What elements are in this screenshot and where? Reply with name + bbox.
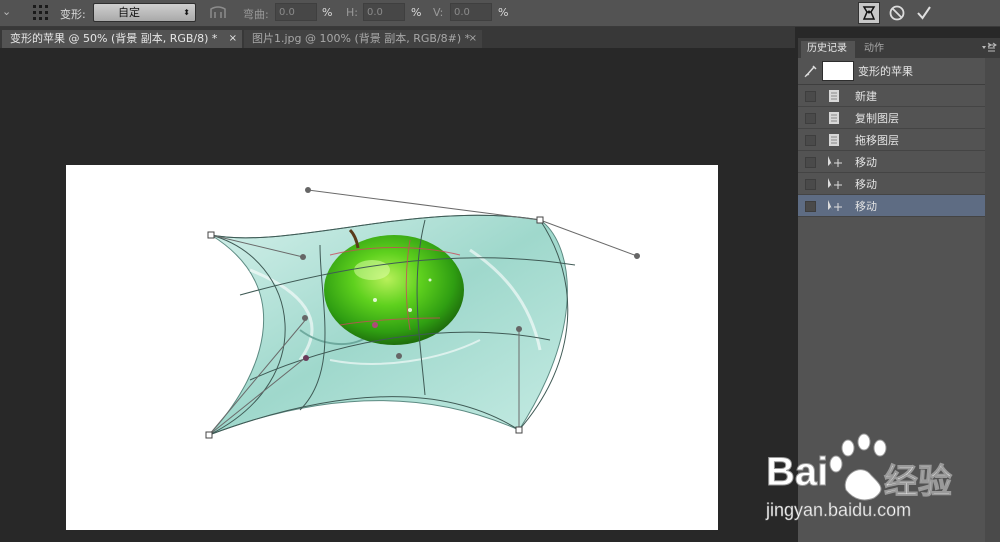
document-icon [827,89,841,103]
history-item[interactable]: 复制图层 [798,107,985,129]
baidu-jingyan-watermark: Bai 经验 jingyan.baidu.com [736,430,996,530]
history-label: 复制图层 [855,112,899,125]
move-tool-icon [827,199,842,213]
history-item-selected[interactable]: 移动 [798,195,985,217]
history-label: 移动 [855,178,877,191]
history-checkbox[interactable] [805,91,816,102]
history-checkbox[interactable] [805,179,816,190]
watermark-url: jingyan.baidu.com [766,500,912,521]
panel-collapse-icon[interactable] [986,38,998,48]
tab-actions[interactable]: 动作 [858,41,898,58]
snapshot-thumbnail [822,61,854,81]
history-label: 新建 [855,90,877,103]
snapshot-label: 变形的苹果 [858,65,913,78]
history-checkbox[interactable] [805,157,816,168]
watermark-brand: Bai [765,450,829,495]
document-icon [827,133,841,147]
history-label: 拖移图层 [855,134,899,147]
history-brush-icon[interactable] [804,64,818,78]
history-item[interactable]: 移动 [798,151,985,173]
history-item[interactable]: 新建 [798,85,985,107]
history-item[interactable]: 拖移图层 [798,129,985,151]
move-tool-icon [827,155,842,169]
tab-history[interactable]: 历史记录 [801,41,855,58]
history-label: 移动 [855,156,877,169]
panel-tab-bar: 历史记录 动作 [798,38,1000,58]
history-checkbox[interactable] [805,135,816,146]
document-icon [827,111,841,125]
history-item[interactable]: 移动 [798,173,985,195]
watermark-brand2: 经验 [884,462,953,503]
history-label: 移动 [855,200,877,213]
move-tool-icon [827,177,842,191]
history-checkbox[interactable] [805,201,816,212]
history-checkbox[interactable] [805,113,816,124]
